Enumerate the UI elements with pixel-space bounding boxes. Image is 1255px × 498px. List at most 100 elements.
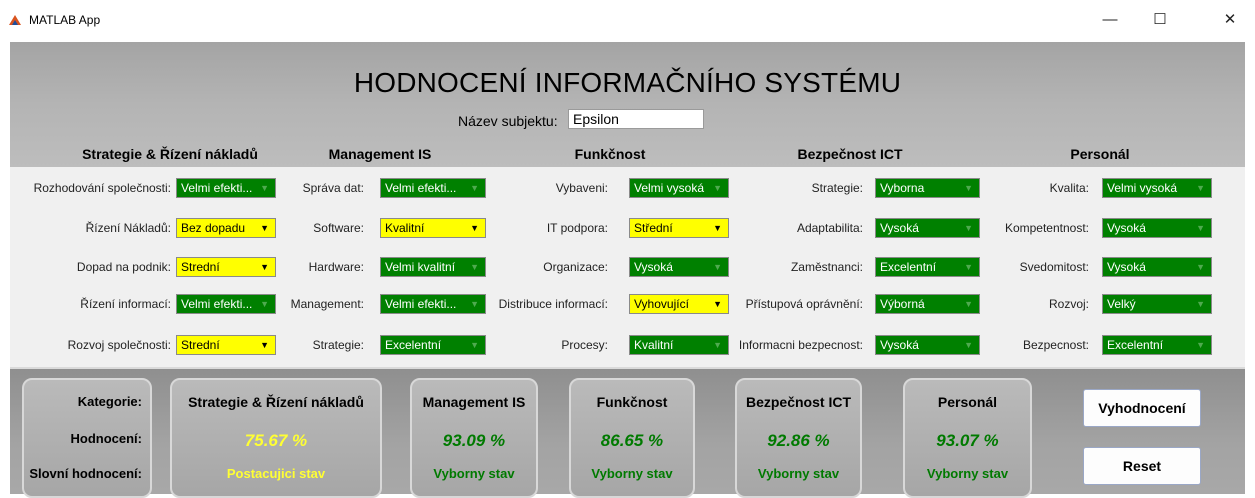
dropdown-value: Vysoká	[880, 338, 919, 352]
security-rating-dropdown[interactable]: Vysoká ▼	[875, 218, 980, 238]
functionality-rating-dropdown[interactable]: Vysoká ▼	[629, 257, 729, 277]
management-rating-dropdown[interactable]: Velmi efekti... ▼	[380, 178, 486, 198]
management-rating-dropdown[interactable]: Excelentní ▼	[380, 335, 486, 355]
result-verbal: Postacujici stav	[226, 466, 326, 481]
strategy-rating-dropdown[interactable]: Velmi efekti... ▼	[176, 178, 276, 198]
dropdown-value: Velký	[1107, 297, 1136, 311]
management-criterion-label: Management:	[290, 297, 364, 311]
functionality-rating-dropdown[interactable]: Střední ▼	[629, 218, 729, 238]
management-rating-dropdown[interactable]: Velmi kvalitní ▼	[380, 257, 486, 277]
chevron-down-icon: ▼	[713, 183, 722, 193]
window-title: MATLAB App	[29, 13, 101, 27]
result-score: 93.09 %	[442, 431, 506, 450]
personnel-result-card: Personál 93.07 % Vyborny stav	[903, 378, 1032, 498]
score-label: Hodnocení:	[70, 431, 143, 446]
chevron-down-icon: ▼	[260, 299, 269, 309]
strategy-rating-dropdown[interactable]: Velmi efekti... ▼	[176, 294, 276, 314]
evaluate-button[interactable]: Vyhodnocení	[1083, 389, 1201, 427]
dropdown-value: Velmi efekti...	[385, 181, 457, 195]
dropdown-value: Střední	[634, 221, 673, 235]
chevron-down-icon: ▼	[713, 340, 722, 350]
reset-button[interactable]: Reset	[1083, 447, 1201, 485]
chevron-down-icon: ▼	[964, 340, 973, 350]
personnel-criterion-label: Kompetentnost:	[1004, 221, 1089, 235]
maximize-button[interactable]: ☐	[1145, 10, 1175, 30]
chevron-down-icon: ▼	[1196, 223, 1205, 233]
security-rating-dropdown[interactable]: Vyborna ▼	[875, 178, 980, 198]
chevron-down-icon: ▼	[964, 262, 973, 272]
result-verbal: Vyborny stav	[433, 466, 515, 481]
functionality-criterion-label: IT podpora:	[546, 221, 608, 235]
functionality-rating-dropdown[interactable]: Velmi vysoká ▼	[629, 178, 729, 198]
dropdown-value: Excelentní	[385, 338, 442, 352]
personnel-rating-dropdown[interactable]: Velký ▼	[1102, 294, 1212, 314]
dropdown-value: Vysoká	[1107, 221, 1146, 235]
result-score: 92.86 %	[767, 431, 830, 450]
title-bar: MATLAB App — ☐ ✕	[0, 0, 1255, 40]
strategy-criterion-label: Řízení informací:	[80, 297, 171, 311]
strategy-rating-dropdown[interactable]: Strední ▼	[176, 335, 276, 355]
result-score: 93.07 %	[936, 431, 999, 450]
result-card-title: Personál	[937, 394, 998, 410]
result-card-title: Strategie & Řízení nákladů	[188, 394, 364, 410]
security-rating-dropdown[interactable]: Excelentní ▼	[875, 257, 980, 277]
dropdown-value: Excelentní	[1107, 338, 1164, 352]
functionality-rating-dropdown[interactable]: Vyhovující ▼	[629, 294, 729, 314]
dropdown-value: Strední	[181, 338, 220, 352]
functionality-criterion-label: Organizace:	[543, 260, 608, 274]
dropdown-value: Strední	[181, 260, 220, 274]
chevron-down-icon: ▼	[470, 223, 479, 233]
dropdown-value: Výborná	[880, 297, 925, 311]
strategy-rating-dropdown[interactable]: Strední ▼	[176, 257, 276, 277]
chevron-down-icon: ▼	[964, 223, 973, 233]
personnel-criterion-label: Kvalita:	[1049, 181, 1089, 195]
security-criterion-label: Přístupová oprávnění:	[745, 297, 863, 311]
management-rating-dropdown[interactable]: Velmi efekti... ▼	[380, 294, 486, 314]
personnel-rating-dropdown[interactable]: Excelentní ▼	[1102, 335, 1212, 355]
security-rating-dropdown[interactable]: Výborná ▼	[875, 294, 980, 314]
management-rating-dropdown[interactable]: Kvalitní ▼	[380, 218, 486, 238]
dropdown-value: Vyhovující	[634, 297, 689, 311]
dropdown-value: Vysoká	[880, 221, 919, 235]
chevron-down-icon: ▼	[260, 340, 269, 350]
management-criterion-label: Správa dat:	[302, 181, 364, 195]
result-verbal: Vyborny stav	[757, 466, 840, 481]
category-heading-strategy: Strategie & Řízení nákladů	[82, 146, 258, 162]
result-verbal: Vyborny stav	[591, 466, 673, 481]
management-criterion-label: Software:	[313, 221, 364, 235]
minimize-button[interactable]: —	[1095, 10, 1125, 30]
security-criterion-label: Informacni bezpecnost:	[738, 338, 863, 352]
chevron-down-icon: ▼	[1196, 183, 1205, 193]
personnel-rating-dropdown[interactable]: Velmi vysoká ▼	[1102, 178, 1212, 198]
category-heading-functionality: Funkčnost	[574, 146, 646, 162]
result-score: 86.65 %	[600, 431, 664, 450]
chevron-down-icon: ▼	[260, 223, 269, 233]
dropdown-value: Velmi vysoká	[634, 181, 705, 195]
dropdown-value: Velmi efekti...	[181, 181, 253, 195]
management-criterion-label: Hardware:	[308, 260, 364, 274]
result-card-title: Funkčnost	[596, 394, 668, 410]
chevron-down-icon: ▼	[713, 262, 722, 272]
chevron-down-icon: ▼	[470, 183, 479, 193]
security-criterion-label: Zaměstnanci:	[790, 260, 863, 274]
functionality-criterion-label: Vybaveni:	[555, 181, 608, 195]
dropdown-value: Bez dopadu	[181, 221, 246, 235]
result-score: 75.67 %	[244, 431, 308, 450]
strategy-rating-dropdown[interactable]: Bez dopadu ▼	[176, 218, 276, 238]
functionality-criterion-label: Distribuce informací:	[498, 297, 608, 311]
personnel-rating-dropdown[interactable]: Vysoká ▼	[1102, 257, 1212, 277]
functionality-criterion-label: Procesy:	[561, 338, 608, 352]
strategy-criterion-label: Dopad na podnik:	[76, 260, 171, 274]
security-rating-dropdown[interactable]: Vysoká ▼	[875, 335, 980, 355]
results-label-card: Kategorie: Hodnocení: Slovní hodnocení:	[22, 378, 152, 498]
personnel-rating-dropdown[interactable]: Vysoká ▼	[1102, 218, 1212, 238]
page-title: HODNOCENÍ INFORMAČNÍHO SYSTÉMU	[353, 67, 902, 98]
management-criterion-label: Strategie:	[312, 338, 364, 352]
chevron-down-icon: ▼	[713, 299, 722, 309]
functionality-rating-dropdown[interactable]: Kvalitní ▼	[629, 335, 729, 355]
subject-name-input[interactable]	[568, 109, 704, 129]
matlab-icon	[8, 13, 22, 27]
strategy-criterion-label: Rozhodování společnosti:	[33, 181, 171, 195]
security-result-card: Bezpečnost ICT 92.86 % Vyborny stav	[735, 378, 862, 498]
close-button[interactable]: ✕	[1215, 10, 1245, 30]
